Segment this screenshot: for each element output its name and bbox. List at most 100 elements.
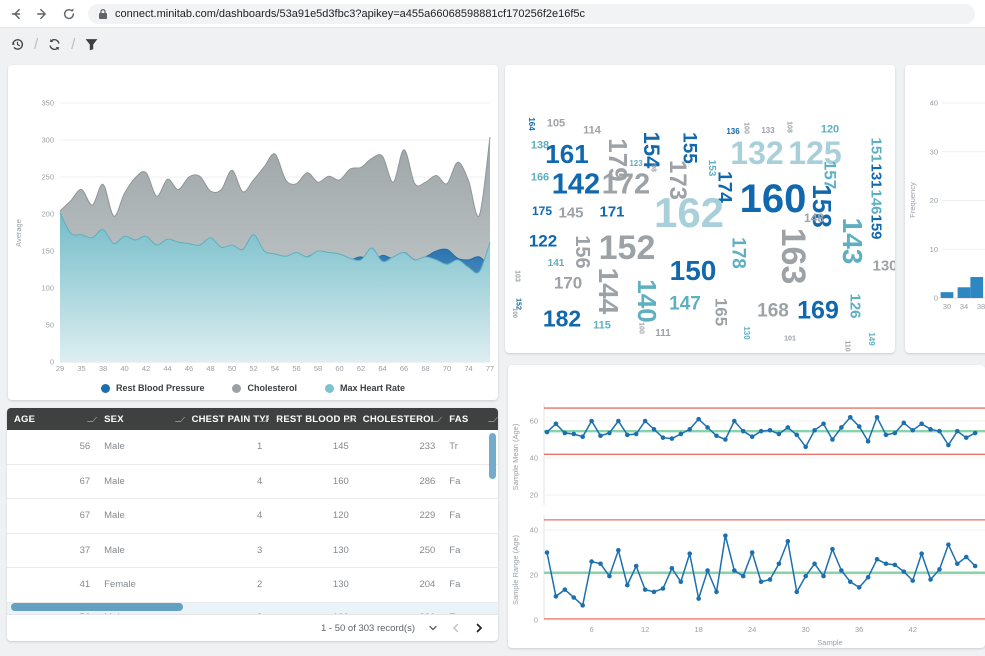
table-row[interactable]: 56Male1145233Tr — [7, 430, 498, 465]
wordcloud-word[interactable]: 111 — [655, 329, 671, 339]
x-tick-label: 35 — [77, 364, 85, 373]
data-point — [946, 443, 951, 448]
data-point — [679, 579, 684, 584]
wordcloud-word[interactable]: 182 — [543, 308, 581, 331]
wordcloud-word[interactable]: 178 — [729, 237, 748, 269]
table-cell: Fa — [442, 545, 498, 556]
table-row[interactable]: 67Male4120229Fa — [7, 499, 498, 534]
wordcloud-word[interactable]: 170 — [554, 275, 582, 292]
wordcloud-word[interactable]: 100 — [743, 122, 750, 134]
wordcloud-word[interactable]: 145 — [558, 206, 583, 221]
wordcloud-word[interactable]: 169 — [797, 299, 839, 324]
wordcloud-word[interactable]: 144 — [594, 268, 622, 315]
wordcloud-word[interactable]: 175 — [532, 205, 552, 217]
history-icon[interactable] — [10, 37, 25, 52]
column-header-fas[interactable]: FAS — [442, 414, 498, 425]
wordcloud-word[interactable]: 126 — [848, 293, 863, 318]
wordcloud-word[interactable]: 132 — [730, 137, 783, 169]
column-header-age[interactable]: AGE — [7, 414, 97, 425]
address-bar[interactable]: connect.minitab.com/dashboards/53a91e5d3… — [88, 4, 975, 24]
wordcloud-word[interactable]: 154 — [640, 132, 662, 169]
wordcloud-word[interactable]: 130 — [742, 326, 750, 339]
wordcloud-word[interactable]: 123 — [629, 160, 642, 168]
wordcloud-word[interactable]: 122 — [529, 233, 557, 250]
dashboard-canvas: 0501001502002503003502935384042444648505… — [0, 60, 985, 656]
table-cell: 67 — [7, 476, 97, 487]
wordcloud-word[interactable]: 110 — [844, 340, 851, 351]
wordcloud-word[interactable]: 163 — [776, 228, 810, 285]
wordcloud-word[interactable]: 130 — [872, 259, 895, 274]
histogram-canvas[interactable]: 010203040303438Frequency — [905, 65, 985, 353]
wordcloud-word[interactable]: 140 — [634, 279, 660, 322]
filter-icon[interactable] — [84, 37, 99, 52]
wordcloud-word[interactable]: 156 — [572, 235, 592, 268]
column-header-rest-blood-press-[interactable]: REST BLOOD PRESS... — [269, 414, 356, 425]
reload-icon[interactable] — [62, 7, 76, 21]
area-chart-canvas[interactable]: 0501001502002503003502935384042444648505… — [8, 65, 498, 377]
wordcloud-word[interactable]: 143 — [838, 218, 866, 265]
wordcloud-word[interactable]: 147 — [669, 295, 701, 314]
control-charts-canvas[interactable]: 204060Sample Mean (Age)02040612182430364… — [508, 365, 985, 648]
table-row[interactable]: 41Female2130204Fa — [7, 568, 498, 603]
wordcloud-word[interactable]: 151 — [869, 137, 884, 162]
column-header-sex[interactable]: SEX — [97, 414, 184, 425]
legend-item-cholesterol[interactable]: Cholesterol — [232, 383, 297, 393]
wordcloud-word[interactable]: 101 — [784, 336, 796, 343]
sync-icon[interactable] — [47, 37, 62, 52]
data-point — [759, 429, 764, 434]
wordcloud-word[interactable]: 168 — [757, 302, 789, 321]
data-point — [625, 433, 630, 438]
x-tick-label: 24 — [748, 625, 756, 634]
back-icon[interactable] — [10, 7, 24, 21]
wordcloud-word[interactable]: 115 — [593, 321, 611, 332]
legend-item-rest-blood-pressure[interactable]: Rest Blood Pressure — [101, 383, 205, 393]
data-point — [902, 421, 907, 426]
data-point — [670, 436, 675, 441]
wordcloud-word[interactable]: 172 — [602, 171, 650, 200]
legend-item-max-heart-rate[interactable]: Max Heart Rate — [325, 383, 405, 393]
wordcloud-word[interactable]: 166 — [531, 173, 549, 184]
wordcloud-word[interactable]: 160 — [740, 179, 807, 219]
wordcloud-word[interactable]: 159 — [869, 214, 884, 239]
rest-bp-wordcloud-panel: 1641051141381611791541239815517315317413… — [505, 65, 895, 353]
forward-icon[interactable] — [36, 7, 50, 21]
wordcloud-word[interactable]: 120 — [821, 125, 839, 136]
wordcloud-word[interactable]: 149 — [867, 332, 875, 345]
wordcloud-word[interactable]: 133 — [761, 127, 774, 135]
wordcloud-word[interactable]: 142 — [552, 171, 600, 200]
next-page-button[interactable] — [473, 623, 484, 634]
wordcloud-word[interactable]: 114 — [583, 126, 601, 137]
data-point — [839, 568, 844, 573]
wordcloud-word[interactable]: 100 — [511, 308, 517, 318]
page-size-dropdown[interactable] — [427, 623, 438, 634]
wordcloud-word[interactable]: 161 — [545, 141, 588, 167]
wordcloud-word[interactable]: 148 — [804, 212, 824, 224]
wordcloud-word[interactable]: 105 — [547, 119, 565, 130]
wordcloud-word[interactable]: 131 — [869, 163, 884, 188]
prev-page-button[interactable] — [450, 623, 461, 634]
y-tick-label: 20 — [530, 491, 538, 500]
horizontal-scrollbar[interactable] — [11, 603, 183, 611]
wordcloud-word[interactable]: 165 — [713, 298, 730, 326]
rchart-x-axis-label: Sample — [817, 638, 842, 647]
table-row[interactable]: 67Male4160286Fa — [7, 465, 498, 500]
wordcloud-word[interactable]: 100 — [638, 322, 645, 334]
wordcloud-word[interactable]: 103 — [514, 270, 521, 282]
wordcloud-word[interactable]: 164 — [527, 117, 535, 130]
column-header-cholesterol[interactable]: CHOLESTEROL — [356, 414, 443, 425]
column-header-chest-pain-type[interactable]: CHEST PAIN TYPE — [185, 414, 270, 425]
table-row[interactable]: 37Male3130250Fa — [7, 534, 498, 569]
wordcloud-word[interactable]: 146 — [869, 189, 884, 214]
wordcloud-word[interactable]: 108 — [786, 121, 793, 133]
x-tick-label: 52 — [249, 364, 257, 373]
wordcloud-word[interactable]: 150 — [670, 257, 717, 285]
table-cell: 41 — [7, 579, 97, 590]
wordcloud-word[interactable]: 152 — [599, 231, 656, 265]
y-tick-label: 0 — [934, 294, 938, 303]
data-point — [652, 590, 657, 595]
wordcloud-word[interactable]: 171 — [599, 205, 624, 220]
wordcloud-word[interactable]: 98 — [650, 164, 657, 172]
vertical-scrollbar[interactable] — [489, 433, 496, 479]
wordcloud-word[interactable]: 141 — [548, 259, 565, 269]
wordcloud-word[interactable]: 162 — [654, 192, 724, 234]
